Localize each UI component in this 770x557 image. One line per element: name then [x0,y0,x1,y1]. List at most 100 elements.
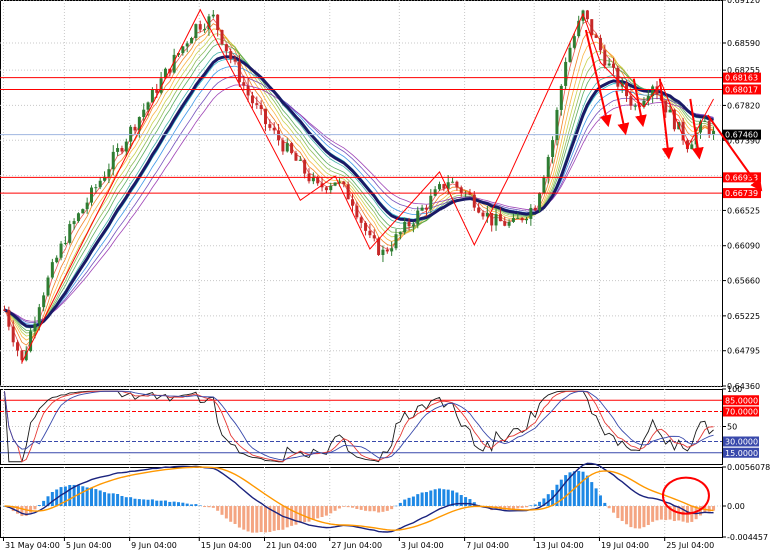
macd-histogram-bar [368,506,371,511]
macd-histogram-bar [281,506,284,530]
macd-histogram-bar [51,492,54,506]
x-tick-label: 13 Jul 04:00 [536,541,584,550]
candle-body [712,131,715,134]
macd-histogram-bar [603,503,606,506]
macd-histogram-bar [599,495,602,506]
candle-body [186,43,189,46]
macd-histogram-bar [364,506,367,511]
candle-body [534,208,537,210]
candle-body [60,244,63,258]
macd-histogram-bar [412,497,415,506]
candle-body [194,24,197,38]
candle-body [525,219,528,220]
macd-histogram-bar [190,504,193,506]
macd-histogram-bar [616,506,619,518]
candle-body [112,152,115,169]
x-tick-label: 3 Jul 04:00 [401,541,444,550]
macd-histogram-bar [534,504,537,506]
candle-body [134,127,137,131]
candle-body [708,121,711,134]
candle-body [408,222,411,226]
candle-body [425,208,428,210]
macd-histogram-bar [355,506,358,509]
macd-histogram-bar [586,476,589,506]
macd-histogram-bar [42,501,45,506]
price-tick-label: 0.66525 [727,206,760,215]
macd-histogram-bar [316,506,319,518]
candle-body [451,182,454,183]
macd-histogram-bar [634,506,637,528]
macd-histogram-bar [434,489,437,506]
macd-histogram-bar [390,506,393,509]
macd-histogram-bar [651,506,654,522]
candle-body [12,327,15,343]
macd-histogram-bar [64,487,67,506]
candle-body [116,148,119,152]
candle-body [277,130,280,140]
macd-histogram-bar [460,495,463,506]
candle-body [542,178,545,194]
macd-panel[interactable] [0,463,722,532]
x-tick-label: 31 May 04:00 [5,541,60,550]
candle-body [603,50,606,65]
x-tick-label: 25 Jul 04:00 [666,541,714,550]
x-tick-label: 27 Jun 04:00 [331,541,382,550]
candle-body [334,182,337,185]
macd-histogram-bar [221,506,224,515]
level-tag-label: 0.68017 [725,85,758,94]
candle-body [460,187,463,193]
candle-body [438,184,441,189]
macd-histogram-bar [142,499,145,506]
macd-histogram-bar [294,506,297,525]
candle-body [569,48,572,62]
candle-body [255,103,258,105]
candle-body [373,235,376,238]
candle-body [247,86,250,96]
macd-histogram-bar [708,506,711,512]
macd-histogram-bar [377,506,380,512]
rsi-panel[interactable] [0,391,722,462]
candle-body [181,46,184,53]
trend-arrow [616,91,625,132]
macd-histogram-bar [625,506,628,524]
macd-histogram-bar [577,471,580,506]
macd-histogram-bar [338,506,341,508]
candle-body [516,218,519,219]
macd-histogram-bar [277,506,280,530]
x-tick-label: 21 Jun 04:00 [266,541,317,550]
macd-histogram-bar [273,506,276,531]
candle-body [499,214,502,221]
macd-histogram-bar [120,496,123,506]
rsi-level-label: 30.0000 [725,438,758,447]
macd-tick-label: 0.0056078 [727,463,770,472]
macd-histogram-bar [468,499,471,506]
price-tick-label: 0.64795 [727,347,760,356]
price-tick-label: 0.65225 [727,312,760,321]
rsi-tick-label: 100 [727,385,742,394]
candle-body [412,224,415,226]
candle-body [547,157,550,178]
macd-histogram-bar [203,506,206,507]
candle-body [225,44,228,51]
macd-histogram-bar [664,506,667,520]
candle-body [51,262,54,277]
candle-body [234,59,237,61]
macd-histogram-bar [129,497,132,506]
x-tick-label: 9 Jun 04:00 [131,541,177,550]
candle-body [555,110,558,140]
rsi-level-label: 70.0000 [725,408,758,417]
price-panel[interactable] [0,10,722,364]
macd-histogram-bar [608,506,611,508]
candle-body [190,38,193,43]
candle-body [342,182,345,185]
macd-histogram-bar [538,502,541,506]
candle-body [216,15,219,30]
macd-histogram-bar [525,506,528,507]
candle-body [429,196,432,210]
x-tick-label: 5 Jun 04:00 [66,541,112,550]
macd-histogram-bar [447,490,450,506]
candle-body [142,110,145,117]
candle-body [608,64,611,66]
candle-body [690,144,693,149]
macd-histogram-bar [421,492,424,506]
